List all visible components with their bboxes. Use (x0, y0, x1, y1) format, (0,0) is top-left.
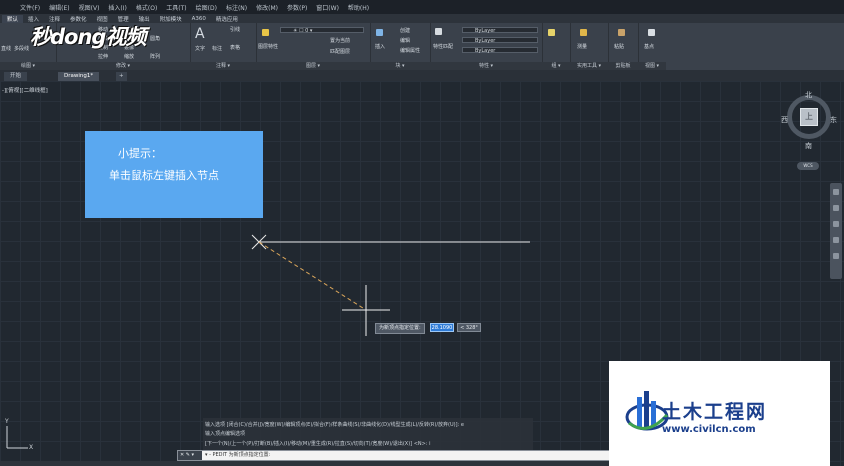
dynamic-input-angle[interactable]: < 328° (457, 323, 481, 332)
compass-south[interactable]: 南 (805, 141, 812, 151)
viewcube-top-face[interactable]: 上 (800, 108, 818, 126)
tip-body: 单击鼠标左键插入节点 (109, 169, 219, 182)
status-bar (0, 461, 610, 466)
ucs-x-label: X (29, 444, 34, 451)
command-history: 输入选项 [闭合(C)/合并(J)/宽度(W)/编辑顶点(E)/拟合(F)/样条… (203, 418, 533, 450)
logo-url: www.civilcn.com (662, 424, 756, 435)
command-line[interactable]: ✕ ✎ ▾ ▾ - PEDIT 为新顶点指定位置: (177, 450, 611, 461)
rubberband-line (258, 241, 367, 311)
logo-title: 土木工程网 (662, 401, 768, 423)
history-line: 输入顶点编辑选项 (205, 431, 246, 437)
ucs-y-label: Y (5, 418, 9, 425)
dynamic-input-length[interactable]: 28.1090 (430, 323, 454, 332)
viewcube[interactable]: 上 北 南 东 西 (781, 90, 841, 164)
tip-title: 小提示： (118, 147, 162, 160)
zoom-icon[interactable] (833, 221, 839, 227)
dynamic-input-prompt: 为新顶点指定位置: (375, 323, 425, 334)
navigation-bar (830, 183, 842, 279)
history-line: 输入选项 [闭合(C)/合并(J)/宽度(W)/编辑顶点(E)/拟合(F)/样条… (205, 422, 464, 428)
steering-wheel-icon[interactable] (833, 189, 839, 195)
compass-west[interactable]: 西 (781, 115, 788, 125)
command-input[interactable]: ▾ - PEDIT 为新顶点指定位置: (205, 452, 270, 459)
compass-east[interactable]: 东 (830, 115, 837, 125)
compass-north[interactable]: 北 (805, 90, 812, 100)
command-line-buttons[interactable]: ✕ ✎ ▾ (178, 451, 202, 460)
pan-icon[interactable] (833, 205, 839, 211)
showmotion-icon[interactable] (833, 253, 839, 259)
history-line: [下一个(N)/上一个(P)/打断(B)/插入(I)/移动(M)/重生成(R)/… (205, 441, 431, 447)
wcs-menu[interactable]: WCS (797, 162, 819, 170)
orbit-icon[interactable] (833, 237, 839, 243)
